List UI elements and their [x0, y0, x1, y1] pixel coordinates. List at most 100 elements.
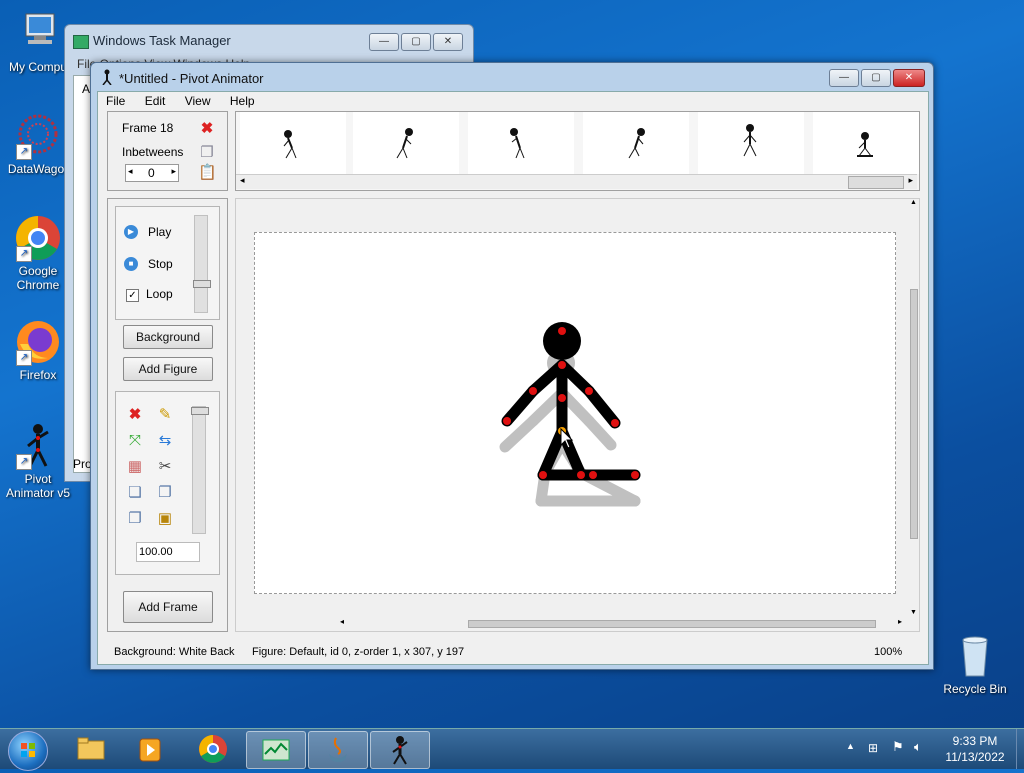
horizontal-scroll-thumb[interactable]: [468, 620, 876, 628]
volume-icon[interactable]: 🔈︎: [914, 739, 922, 755]
add-figure-button[interactable]: Add Figure: [123, 357, 213, 381]
scale-input[interactable]: 100.00: [136, 542, 200, 562]
scroll-right-icon[interactable]: ▸: [898, 617, 902, 626]
taskbar-task-manager-button[interactable]: [246, 731, 306, 769]
speed-slider-thumb[interactable]: [193, 280, 211, 288]
menu-help[interactable]: Help: [222, 94, 263, 108]
task-manager-icon: [262, 739, 290, 761]
shortcut-arrow-icon: ↗: [16, 144, 32, 160]
system-clock[interactable]: 9:33 PM 11/13/2022: [940, 733, 1010, 765]
play-label[interactable]: Play: [148, 225, 171, 239]
minimize-button[interactable]: —: [829, 69, 859, 87]
start-button[interactable]: [8, 731, 48, 771]
delete-frame-icon[interactable]: ✖: [198, 120, 216, 138]
chrome-icon: ↗: [14, 214, 62, 262]
menu-file[interactable]: File: [98, 94, 133, 108]
pivot-stickman-icon: ↗: [14, 422, 62, 470]
paste-frame-icon[interactable]: 📋: [198, 164, 217, 182]
action-center-flag-icon[interactable]: ⚑: [892, 739, 904, 755]
stick-figure[interactable]: [255, 233, 895, 593]
scroll-left-icon[interactable]: ◂: [240, 175, 245, 186]
stop-icon[interactable]: ■: [124, 257, 138, 271]
spinner-left-arrow-icon[interactable]: ◂: [128, 166, 133, 177]
frame-thumbnail[interactable]: [813, 112, 919, 174]
play-icon[interactable]: ▶: [124, 225, 138, 239]
timeline-scroll-thumb[interactable]: [848, 176, 904, 189]
canvas-vertical-scrollbar[interactable]: ▲ ▼: [910, 199, 918, 619]
close-button[interactable]: ✕: [433, 33, 463, 51]
menu-view[interactable]: View: [177, 94, 219, 108]
taskbar-java-button[interactable]: [308, 731, 368, 769]
taskbar-pivot-button[interactable]: [370, 731, 430, 769]
scroll-left-icon[interactable]: ◂: [340, 617, 344, 626]
scroll-down-icon[interactable]: ▼: [910, 609, 917, 616]
maximize-button[interactable]: ▢: [401, 33, 431, 51]
network-icon[interactable]: ⊞: [868, 741, 882, 755]
frame-thumbnail[interactable]: [583, 112, 689, 174]
pivot-animator-window[interactable]: *Untitled - Pivot Animator — ▢ ✕ File Ed…: [90, 62, 934, 670]
taskbar-chrome-button[interactable]: [184, 731, 242, 767]
scroll-up-icon[interactable]: ▲: [910, 199, 917, 206]
background-button[interactable]: Background: [123, 325, 213, 349]
move-back-icon[interactable]: ❏: [126, 484, 144, 502]
copy-figure-icon[interactable]: ❐: [126, 510, 144, 528]
frame-label: Frame 18: [122, 121, 174, 135]
inbetweens-label: Inbetweens: [122, 145, 184, 159]
copy-frame-icon[interactable]: ❐: [198, 144, 216, 162]
stage-canvas[interactable]: [254, 232, 896, 594]
canvas-viewport: ▲ ▼ ◂ ▸: [235, 198, 920, 632]
scale-slider[interactable]: [191, 406, 209, 534]
stop-label[interactable]: Stop: [148, 257, 173, 271]
status-figure: Figure: Default, id 0, z-order 1, x 307,…: [252, 646, 465, 658]
minimize-button[interactable]: —: [369, 33, 399, 51]
frame-thumbnail[interactable]: [468, 112, 574, 174]
show-hidden-icons-icon[interactable]: ▲: [846, 741, 855, 751]
shortcut-arrow-icon: ↗: [16, 350, 32, 366]
shortcut-arrow-icon: ↗: [16, 454, 32, 470]
scale-slider-thumb[interactable]: [191, 407, 209, 415]
timeline-scrollbar[interactable]: ◂ ▸: [236, 174, 917, 189]
status-zoom: 100%: [874, 646, 903, 658]
media-player-icon: [139, 738, 161, 762]
pivot-app-icon: [101, 69, 113, 86]
desktop-icon-recycle-bin[interactable]: Recycle Bin: [937, 632, 1013, 696]
loop-label[interactable]: Loop: [146, 287, 173, 301]
close-button[interactable]: ✕: [893, 69, 925, 87]
speed-slider[interactable]: [193, 215, 211, 313]
menu-edit[interactable]: Edit: [137, 94, 174, 108]
desktop-icon-label: DataWagor: [7, 162, 69, 176]
flip-figure-icon[interactable]: ⇆: [156, 432, 174, 450]
show-desktop-button[interactable]: [1016, 729, 1024, 769]
paste-figure-icon[interactable]: ▣: [156, 510, 174, 528]
firefox-icon: ↗: [14, 318, 62, 366]
clock-time: 9:33 PM: [952, 734, 998, 748]
frame-thumbnail[interactable]: [698, 112, 804, 174]
taskbar-media-player-button[interactable]: [122, 731, 180, 767]
figure-tools-group: ✖ ✎ ⤧ ⇆ ▦ ✂ ❏ ❐ ❐ ▣ 100.00: [115, 391, 220, 575]
spinner-right-arrow-icon[interactable]: ▸: [171, 166, 176, 177]
desktop-icon-label: Pivot Animator v5: [5, 472, 71, 500]
timeline-panel[interactable]: ◂ ▸: [235, 111, 920, 191]
color-palette-icon[interactable]: ▦: [126, 458, 144, 476]
maximize-button[interactable]: ▢: [861, 69, 891, 87]
shortcut-arrow-icon: ↗: [16, 246, 32, 262]
edit-figure-pencil-icon[interactable]: ✎: [156, 406, 174, 424]
taskbar-explorer-button[interactable]: [62, 731, 120, 767]
eyedropper-icon[interactable]: ✂: [156, 458, 174, 476]
scroll-right-icon[interactable]: ▸: [908, 175, 913, 186]
inbetweens-spinner[interactable]: ◂ 0 ▸: [125, 164, 179, 182]
frame-thumbnail[interactable]: [240, 112, 346, 174]
delete-figure-icon[interactable]: ✖: [126, 406, 144, 424]
vertical-scroll-thumb[interactable]: [910, 289, 918, 539]
move-front-icon[interactable]: ❐: [156, 484, 174, 502]
center-figure-icon[interactable]: ⤧: [126, 432, 144, 450]
folder-icon: [77, 737, 105, 760]
frame-thumbnail[interactable]: [353, 112, 459, 174]
canvas-horizontal-scrollbar[interactable]: ◂ ▸: [236, 617, 908, 629]
task-manager-tab-letter: A: [82, 82, 91, 96]
add-frame-button[interactable]: Add Frame: [123, 591, 213, 623]
task-manager-icon: [73, 35, 89, 49]
clock-date: 11/13/2022: [945, 750, 1005, 764]
loop-checkbox[interactable]: ✓: [126, 289, 139, 302]
control-panel: ▶ Play ■ Stop ✓ Loop Background Add Figu…: [107, 198, 228, 632]
